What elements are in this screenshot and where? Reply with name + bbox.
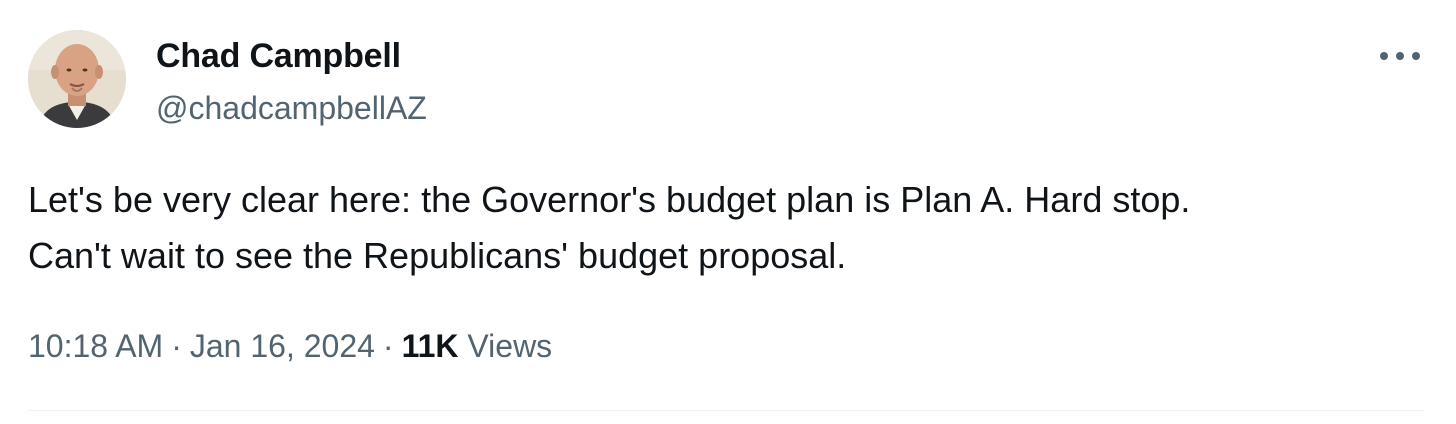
divider (28, 410, 1424, 411)
more-options-button[interactable] (1372, 38, 1428, 74)
views-label: Views (467, 328, 553, 364)
meta-separator: · (382, 328, 394, 364)
tweet-card: Chad Campbell @chadcampbellAZ Let's be v… (0, 0, 1456, 424)
tweet-meta: 10:18 AM · Jan 16, 2024 · 11K Views (28, 326, 552, 366)
author-display-name[interactable]: Chad Campbell (156, 36, 401, 76)
more-horizontal-icon (1380, 52, 1420, 60)
profile-photo-icon (28, 30, 126, 128)
tweet-text: Let's be very clear here: the Governor's… (28, 179, 1191, 276)
tweet-date[interactable]: Jan 16, 2024 (190, 328, 375, 364)
author-avatar[interactable] (28, 30, 126, 128)
views-count: 11K (401, 328, 459, 364)
meta-separator: · (171, 328, 182, 364)
tweet-time[interactable]: 10:18 AM (28, 328, 163, 364)
author-handle[interactable]: @chadcampbellAZ (156, 88, 427, 128)
